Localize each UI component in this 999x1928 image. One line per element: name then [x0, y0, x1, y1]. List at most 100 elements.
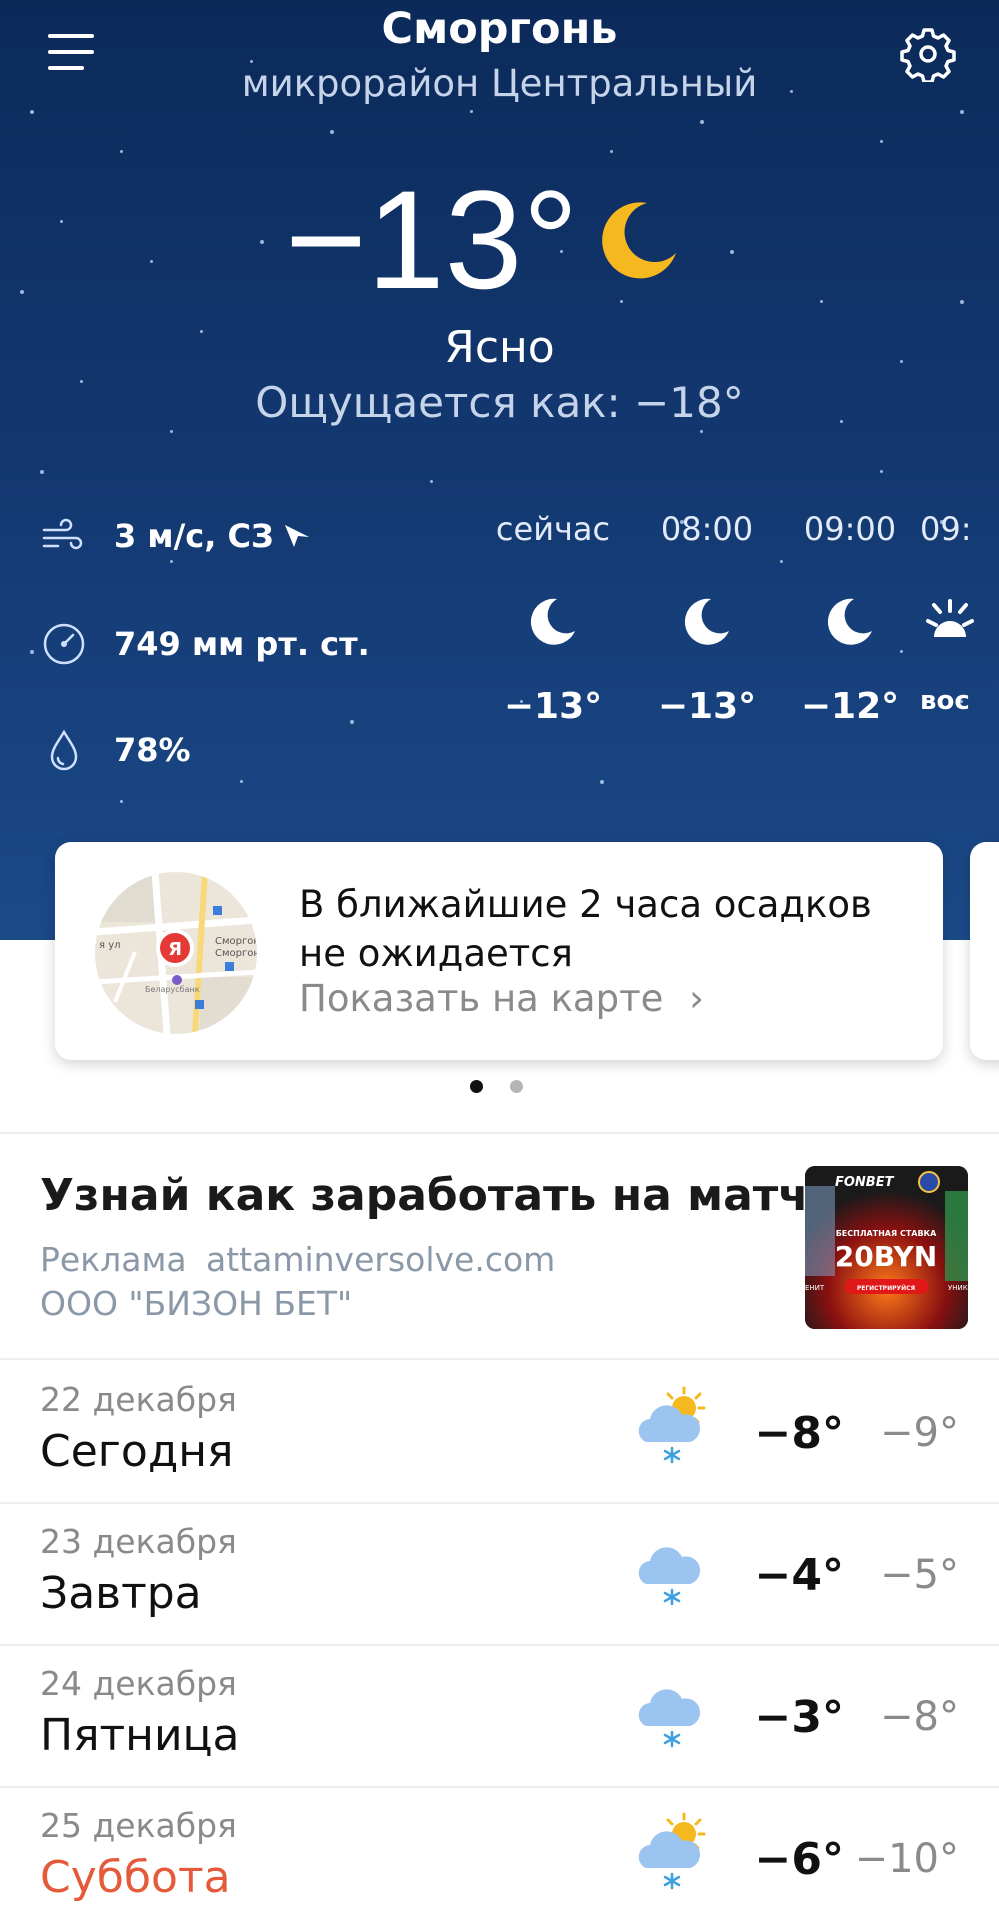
- day-name: Суббота: [40, 1852, 231, 1903]
- precipitation-map-thumbnail[interactable]: Я Сморгонь Сморгон я ул Беларусбанк: [95, 872, 257, 1034]
- svg-text:Беларусбанк: Беларусбанк: [145, 985, 200, 994]
- day-date: 25 декабря: [40, 1806, 237, 1845]
- show-on-map-label: Показать на карте: [299, 977, 664, 1020]
- star: [60, 220, 63, 223]
- star: [40, 470, 44, 474]
- star: [240, 780, 243, 783]
- hour-forecast-item[interactable]: 09: вос: [920, 510, 999, 716]
- day-forecast-row[interactable]: 23 декабря Завтра −4° −5°: [0, 1504, 999, 1644]
- nowcast-card[interactable]: Я Сморгонь Сморгон я ул Беларусбанк В бл…: [55, 842, 943, 1060]
- day-min-temperature: −8°: [880, 1694, 959, 1740]
- district-name[interactable]: микрорайон Центральный: [0, 62, 999, 105]
- star: [700, 120, 704, 124]
- star: [880, 470, 883, 473]
- svg-text:ЕНИТ: ЕНИТ: [805, 1284, 825, 1292]
- ad-domain[interactable]: attaminversolve.com: [206, 1240, 555, 1279]
- day-name: Завтра: [40, 1568, 202, 1619]
- page-dot-active[interactable]: [470, 1080, 483, 1093]
- day-max-temperature: −6°: [754, 1834, 844, 1885]
- humidity-info: 78%: [40, 720, 191, 780]
- gear-icon[interactable]: [900, 26, 956, 84]
- day-forecast-row[interactable]: 25 декабря Суббота −6° −10°: [0, 1788, 999, 1928]
- water-drop-icon: [50, 729, 78, 771]
- star: [700, 430, 703, 433]
- star: [30, 110, 34, 114]
- cloud-snow-icon: [632, 1668, 712, 1758]
- page-dot[interactable]: [510, 1080, 523, 1093]
- ad-label: Реклама: [40, 1240, 187, 1279]
- moon-icon: [592, 195, 682, 285]
- day-max-temperature: −3°: [754, 1692, 844, 1743]
- moon-icon: [632, 566, 782, 676]
- hour-time: 09:00: [803, 510, 897, 548]
- nowcast-title: В ближайшие 2 часа осадков не ожидается: [299, 883, 872, 975]
- hour-time: 08:00: [660, 510, 754, 548]
- star: [150, 260, 153, 263]
- pressure-gauge-icon: [43, 623, 85, 665]
- hour-temperature: −13°: [657, 686, 757, 727]
- partly-cloudy-snow-icon: [632, 1810, 712, 1900]
- hour-time: 09:: [920, 510, 972, 548]
- day-forecast-row[interactable]: 24 декабря Пятница −3° −8°: [0, 1646, 999, 1786]
- svg-text:Сморгон: Сморгон: [215, 948, 257, 959]
- svg-text:Сморгонь: Сморгонь: [215, 936, 257, 947]
- hour-temperature: −13°: [503, 686, 603, 727]
- day-max-temperature: −4°: [754, 1550, 844, 1601]
- humidity-value: 78%: [114, 731, 191, 769]
- divider: [0, 1132, 999, 1134]
- day-date: 24 декабря: [40, 1664, 237, 1703]
- moon-icon: [775, 566, 925, 676]
- star: [330, 130, 334, 134]
- hour-forecast-item[interactable]: сейчас −13°: [478, 510, 628, 727]
- svg-text:БЕСПЛАТНАЯ СТАВКА: БЕСПЛАТНАЯ СТАВКА: [836, 1229, 937, 1238]
- cloud-snow-icon: [632, 1526, 712, 1616]
- ad-company: ООО "БИЗОН БЕТ": [40, 1284, 353, 1323]
- day-min-temperature: −5°: [880, 1552, 959, 1598]
- star: [430, 480, 433, 483]
- day-date: 23 декабря: [40, 1522, 237, 1561]
- day-min-temperature: −9°: [880, 1410, 959, 1456]
- wind-icon: [42, 518, 83, 550]
- current-weather-panel: Сморгонь микрорайон Центральный −13° Ясн…: [0, 0, 999, 940]
- ad-title[interactable]: Узнай как заработать на матчах!: [40, 1170, 887, 1221]
- wind-direction-arrow-icon: [284, 525, 309, 547]
- moon-icon: [478, 566, 628, 676]
- wind-info: 3 м/с, СЗ: [40, 506, 312, 566]
- hour-forecast-item[interactable]: 09:00 −12°: [775, 510, 925, 727]
- partly-cloudy-snow-icon: [632, 1384, 712, 1474]
- star: [730, 250, 734, 254]
- star: [350, 720, 354, 724]
- sunrise-icon: [920, 566, 999, 676]
- condition-text: Ясно: [444, 322, 555, 373]
- star: [820, 300, 823, 303]
- day-name: Сегодня: [40, 1426, 234, 1477]
- day-max-temperature: −8°: [754, 1408, 844, 1459]
- day-date: 22 декабря: [40, 1380, 237, 1419]
- ad-banner-image[interactable]: FONBET БЕСПЛАТНАЯ СТАВКА 20BYN РЕГИСТРИР…: [805, 1166, 968, 1329]
- svg-text:FONBET: FONBET: [835, 1175, 895, 1190]
- star: [30, 650, 34, 654]
- hour-temperature: −12°: [800, 686, 900, 727]
- star: [960, 110, 964, 114]
- hour-forecast-item[interactable]: 08:00 −13°: [632, 510, 782, 727]
- next-card-peek[interactable]: [970, 842, 999, 1060]
- star: [120, 800, 123, 803]
- day-forecast-row[interactable]: 22 декабря Сегодня −8° −9°: [0, 1362, 999, 1502]
- star: [170, 430, 173, 433]
- chevron-right-icon: ›: [689, 977, 704, 1020]
- star: [960, 300, 964, 304]
- show-on-map-link[interactable]: Показать на карте ›: [299, 977, 704, 1020]
- star: [880, 140, 883, 143]
- star: [260, 240, 264, 244]
- pressure-value: 749 мм рт. ст.: [114, 625, 370, 663]
- star: [600, 780, 604, 784]
- svg-text:УНИК: УНИК: [948, 1284, 968, 1292]
- star: [470, 110, 473, 113]
- day-name: Пятница: [40, 1710, 240, 1761]
- city-name[interactable]: Сморгонь: [0, 4, 999, 54]
- svg-text:20BYN: 20BYN: [835, 1240, 937, 1273]
- wind-value: 3 м/с, СЗ: [114, 517, 274, 555]
- star: [620, 300, 623, 303]
- feels-like-text: Ощущается как: −18°: [255, 378, 744, 427]
- star: [20, 290, 24, 294]
